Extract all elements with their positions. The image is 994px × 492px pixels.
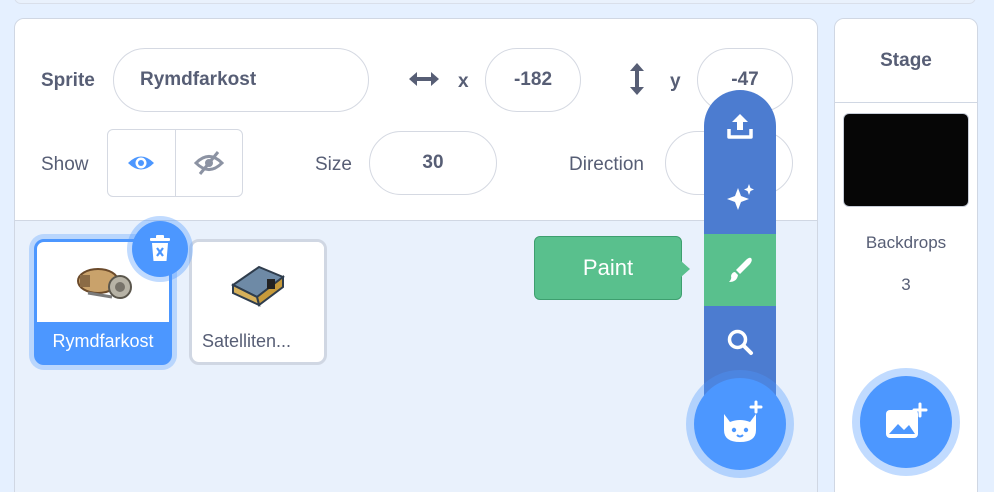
backdrops-count: 3 [901,275,911,294]
horizontal-arrows-icon [407,69,441,94]
direction-label: Direction [569,154,644,175]
vertical-arrows-icon [627,61,647,102]
cat-plus-icon [724,400,763,442]
paint-sprite-button[interactable] [704,234,776,306]
paint-tooltip: Paint [534,236,690,300]
surprise-icon [727,184,754,210]
backdrops-label: Backdrops [865,233,947,252]
upload-sprite-button[interactable] [704,90,776,162]
eye-hidden-icon [193,151,224,175]
sprite-tile-name: Satelliten... [202,330,292,351]
x-input[interactable]: -182 [485,48,581,112]
spacecraft-image [77,268,132,299]
show-toggle-group [107,129,243,197]
size-input[interactable]: 30 [369,131,497,195]
sprite-name-input[interactable]: Rymdfarkost [113,48,369,112]
show-hidden-button[interactable] [174,130,243,196]
sprite-tile-name: Rymdfarkost [52,330,154,351]
choose-sprite-button[interactable] [694,378,786,470]
sprite-info-panel: Sprite Rymdfarkost x -182 y -47 Show Siz… [15,19,817,221]
sprite-label: Sprite [41,70,95,91]
show-label: Show [41,154,89,175]
surprise-sprite-button[interactable] [704,162,776,234]
satellite-image [231,265,285,307]
show-visible-button[interactable] [108,130,175,196]
y-label: y [670,71,681,92]
choose-sprite-menu [704,90,776,410]
trash-icon [150,235,170,261]
sprite-tile[interactable]: Satelliten... [189,239,327,365]
paint-icon [729,257,752,282]
stage-title: Stage [835,19,977,103]
stage-thumbnail[interactable] [843,113,969,207]
delete-sprite-button[interactable] [132,221,188,277]
upload-icon [727,114,753,139]
size-label: Size [315,154,352,175]
choose-backdrop-button[interactable] [860,376,952,468]
sprite-thumbnail [192,242,324,322]
x-label: x [458,71,469,92]
search-icon [727,329,753,355]
top-panel-edge [14,0,976,4]
eye-icon [128,156,155,170]
search-sprite-button[interactable] [704,306,776,378]
image-plus-icon [886,402,928,438]
